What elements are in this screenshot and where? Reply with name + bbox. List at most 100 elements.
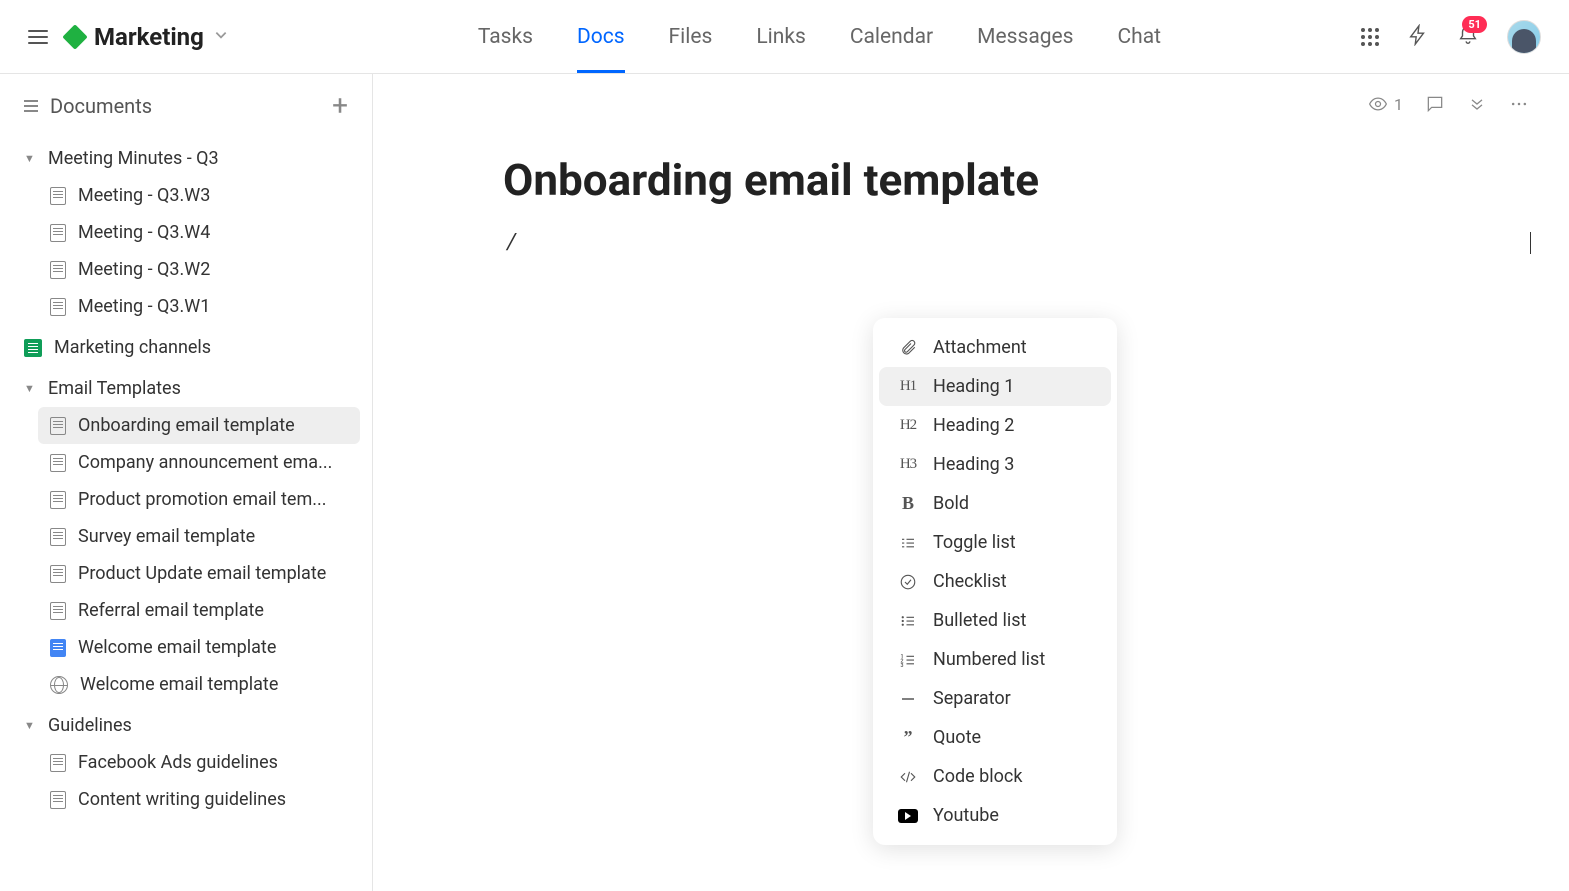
tab-tasks[interactable]: Tasks: [478, 25, 533, 73]
sheet-icon: [24, 339, 42, 357]
menu-item-label: Bulleted list: [933, 610, 1026, 631]
tree-section-header[interactable]: Marketing channels: [12, 329, 360, 366]
sidebar-header: Documents +: [0, 92, 372, 132]
tree-item-label: Welcome email template: [78, 637, 276, 658]
top-header: Marketing TasksDocsFilesLinksCalendarMes…: [0, 0, 1569, 74]
slash-menu-item-h1[interactable]: H1Heading 1: [879, 367, 1111, 406]
avatar[interactable]: [1507, 20, 1541, 54]
slash-menu-item-numbered[interactable]: 123 Numbered list: [879, 640, 1111, 679]
slash-menu-item-h3[interactable]: H3Heading 3: [879, 445, 1111, 484]
slash-menu-item-separator[interactable]: Separator: [879, 679, 1111, 718]
add-document-button[interactable]: +: [332, 92, 348, 120]
document-icon: [50, 528, 66, 546]
document-icon: [50, 565, 66, 583]
numbered-icon: 123: [897, 651, 919, 669]
checklist-icon: [897, 573, 919, 591]
tree-item[interactable]: Company announcement ema...: [38, 444, 360, 481]
tree-item-label: Meeting - Q3.W3: [78, 185, 210, 206]
tree-item-label: Facebook Ads guidelines: [78, 752, 278, 773]
tree-item[interactable]: Facebook Ads guidelines: [38, 744, 360, 781]
tree-section-header[interactable]: ▼Guidelines: [12, 707, 360, 744]
slash-menu-item-bulleted[interactable]: Bulleted list: [879, 601, 1111, 640]
sidebar: Documents + ▼Meeting Minutes - Q3Meeting…: [0, 74, 373, 891]
tree-item[interactable]: Product Update email template: [38, 555, 360, 592]
chevron-down-icon[interactable]: [214, 28, 228, 46]
bolt-icon[interactable]: [1407, 24, 1429, 50]
document-icon: [50, 187, 66, 205]
attachment-icon: [897, 339, 919, 357]
document-icon: [50, 491, 66, 509]
tree-item[interactable]: Survey email template: [38, 518, 360, 555]
h2-icon: H2: [897, 417, 919, 434]
collapse-button[interactable]: [1467, 94, 1487, 114]
tree-item[interactable]: Content writing guidelines: [38, 781, 360, 818]
tree-item[interactable]: Welcome email template: [38, 629, 360, 666]
toggle-icon: [897, 534, 919, 552]
notifications-button[interactable]: 51: [1457, 24, 1479, 50]
menu-item-label: Youtube: [933, 805, 999, 826]
header-right: 51: [1361, 20, 1541, 54]
tree-item[interactable]: Meeting - Q3.W4: [38, 214, 360, 251]
tab-links[interactable]: Links: [756, 25, 806, 73]
menu-item-label: Heading 3: [933, 454, 1014, 475]
workspace-icon: [62, 24, 87, 49]
document-icon: [50, 602, 66, 620]
tab-docs[interactable]: Docs: [577, 25, 625, 73]
tree-section-header[interactable]: ▼Meeting Minutes - Q3: [12, 140, 360, 177]
menu-item-label: Numbered list: [933, 649, 1045, 670]
slash-menu-item-checklist[interactable]: Checklist: [879, 562, 1111, 601]
slash-menu-item-attachment[interactable]: Attachment: [879, 328, 1111, 367]
bold-icon: B: [897, 493, 919, 514]
views-indicator[interactable]: 1: [1368, 94, 1403, 114]
slash-menu-item-bold[interactable]: BBold: [879, 484, 1111, 523]
more-options-button[interactable]: [1509, 94, 1529, 114]
tree-item[interactable]: Product promotion email tem...: [38, 481, 360, 518]
slash-menu-item-h2[interactable]: H2 Heading 2: [879, 406, 1111, 445]
tree-item-label: Product Update email template: [78, 563, 326, 584]
tab-files[interactable]: Files: [669, 25, 713, 73]
youtube-icon: [897, 809, 919, 823]
separator-icon: [897, 690, 919, 708]
workspace-name[interactable]: Marketing: [94, 23, 204, 51]
tree-item[interactable]: Referral email template: [38, 592, 360, 629]
tree-item-label: Welcome email template: [80, 674, 278, 695]
globe-icon: [50, 676, 68, 694]
view-count: 1: [1394, 95, 1403, 114]
tree-item[interactable]: Meeting - Q3.W1: [38, 288, 360, 325]
dots-icon: [1509, 94, 1529, 114]
tree-item[interactable]: Welcome email template: [38, 666, 360, 703]
tree-section-header[interactable]: ▼Email Templates: [12, 370, 360, 407]
quote-icon: ˮ: [897, 727, 919, 748]
tree-item[interactable]: Meeting - Q3.W3: [38, 177, 360, 214]
slash-menu-item-code[interactable]: Code block: [879, 757, 1111, 796]
menu-item-label: Heading 2: [933, 415, 1014, 436]
document-icon: [50, 417, 66, 435]
apps-grid-icon[interactable]: [1361, 28, 1379, 46]
tree-section-label: Meeting Minutes - Q3: [48, 148, 219, 169]
tree-item[interactable]: Meeting - Q3.W2: [38, 251, 360, 288]
tab-messages[interactable]: Messages: [977, 25, 1073, 73]
slash-menu-item-toggle[interactable]: Toggle list: [879, 523, 1111, 562]
menu-item-label: Separator: [933, 688, 1011, 709]
tree-item-label: Meeting - Q3.W2: [78, 259, 210, 280]
menu-item-label: Heading 1: [933, 376, 1014, 397]
tab-calendar[interactable]: Calendar: [850, 25, 933, 73]
document-icon: [50, 754, 66, 772]
hamburger-menu-icon[interactable]: [28, 30, 48, 44]
sidebar-title: Documents: [50, 94, 332, 118]
slash-menu-item-quote[interactable]: ˮQuote: [879, 718, 1111, 757]
menu-item-label: Attachment: [933, 337, 1027, 358]
slash-menu-item-youtube[interactable]: Youtube: [879, 796, 1111, 835]
comments-button[interactable]: [1425, 94, 1445, 114]
menu-item-label: Code block: [933, 766, 1022, 787]
editor-slash-input[interactable]: /: [507, 230, 1529, 255]
document-title[interactable]: Onboarding email template: [503, 154, 1529, 206]
tree-item-label: Meeting - Q3.W1: [78, 296, 210, 317]
nav-tabs: TasksDocsFilesLinksCalendarMessagesChat: [478, 13, 1161, 61]
drag-handle-icon[interactable]: [24, 100, 38, 112]
document-tree: ▼Meeting Minutes - Q3Meeting - Q3.W3Meet…: [0, 132, 372, 830]
tree-item[interactable]: Onboarding email template: [38, 407, 360, 444]
chevron-icon: ▼: [24, 382, 40, 395]
tab-chat[interactable]: Chat: [1118, 25, 1162, 73]
tree-section-label: Marketing channels: [54, 337, 211, 358]
